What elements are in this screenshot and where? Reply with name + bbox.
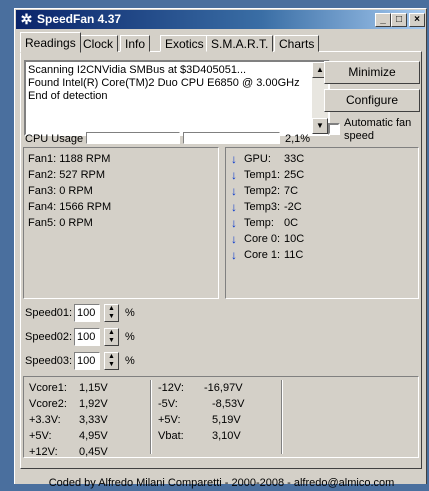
fan-value: 1188 RPM <box>59 153 111 165</box>
fans-panel: Fan1: 1188 RPM Fan2: 527 RPM Fan3: 0 RPM… <box>23 147 219 299</box>
log-line: Found Intel(R) Core(TM)2 Duo CPU E6850 @… <box>28 77 300 89</box>
cpu-usage-label: CPU Usage <box>25 133 84 145</box>
voltage-value: 4,95V <box>79 430 108 442</box>
down-arrow-icon: ↓ <box>231 248 237 262</box>
voltages-panel: Vcore1: 1,15V Vcore2: 1,92V +3.3V: 3,33V… <box>23 376 419 458</box>
temp-label: Temp: <box>244 217 274 229</box>
detection-log[interactable]: Scanning I2CNVidia SMBus at $3D405051...… <box>24 60 330 136</box>
fan-label: Fan3: <box>28 185 57 197</box>
temp-label: GPU: <box>244 153 271 165</box>
close-window-button[interactable]: × <box>409 13 425 27</box>
fan-label: Fan5: <box>28 217 57 229</box>
fan-value: 0 RPM <box>59 185 93 197</box>
fan-label: Fan1: <box>28 153 57 165</box>
log-line: Scanning I2CNVidia SMBus at $3D405051... <box>28 64 247 76</box>
cpu-usage-bar-2 <box>183 132 280 144</box>
voltage-label: Vcore1: <box>29 382 67 394</box>
scroll-down-icon[interactable]: ▼ <box>312 118 328 134</box>
speed03-label: Speed03: <box>25 355 73 367</box>
log-line: End of detection <box>28 90 108 102</box>
tab-smart[interactable]: S.M.A.R.T. <box>206 35 274 52</box>
tab-clock[interactable]: Clock <box>78 35 119 52</box>
voltage-value: 5,19V <box>212 414 241 426</box>
maximize-window-button[interactable]: □ <box>391 13 407 27</box>
fan-label: Fan4: <box>28 201 57 213</box>
temp-value: 11C <box>284 249 304 261</box>
voltage-label: +5V: <box>158 414 181 426</box>
voltage-label: +12V: <box>29 446 58 458</box>
fan5-reading: Fan5: 0 RPM <box>28 217 93 229</box>
down-arrow-icon: ↓ <box>231 200 237 214</box>
automatic-fan-speed-checkbox[interactable] <box>328 123 340 135</box>
down-arrow-icon: ↓ <box>231 216 237 230</box>
voltage-value: 3,33V <box>79 414 108 426</box>
down-arrow-icon: ↓ <box>231 152 237 166</box>
fan4-reading: Fan4: 1566 RPM <box>28 201 111 213</box>
speed02-input[interactable]: 100 <box>74 328 100 346</box>
speed01-input[interactable]: 100 <box>74 304 100 322</box>
cpu-usage-bar-1 <box>86 132 180 144</box>
voltage-label: -12V: <box>158 382 184 394</box>
speed01-label: Speed01: <box>25 307 73 319</box>
tab-charts[interactable]: Charts <box>274 35 320 52</box>
speed01-spinner-icon[interactable]: ▲ ▼ <box>104 304 119 322</box>
temp-value: 33C <box>284 153 305 165</box>
voltage-label: Vbat: <box>158 430 184 442</box>
voltage-value: 3,10V <box>212 430 241 442</box>
down-arrow-icon: ↓ <box>231 168 237 182</box>
tab-info[interactable]: Info <box>120 35 151 52</box>
voltage-divider <box>281 380 283 454</box>
fan2-reading: Fan2: 527 RPM <box>28 169 105 181</box>
automatic-fan-speed-label: Automatic fan <box>344 117 412 129</box>
temp-label: Temp2: <box>244 185 281 197</box>
automatic-fan-speed-label-2: speed <box>344 130 374 142</box>
minimize-button[interactable]: Minimize <box>324 61 420 84</box>
tab-readings[interactable]: Readings <box>20 32 81 53</box>
fan-value: 0 RPM <box>59 217 93 229</box>
title-bar[interactable]: ✲ SpeedFan 4.37 _ □ × <box>16 10 425 29</box>
temp-label: Core 1: <box>244 249 281 261</box>
fan1-reading: Fan1: 1188 RPM <box>28 153 110 165</box>
temp-value: 10C <box>284 233 305 245</box>
fan-icon: ✲ <box>20 11 33 27</box>
fan-label: Fan2: <box>28 169 57 181</box>
voltage-value: 1,15V <box>79 382 108 394</box>
fan-value: 527 RPM <box>59 169 106 181</box>
fan3-reading: Fan3: 0 RPM <box>28 185 93 197</box>
down-arrow-icon: ↓ <box>231 184 237 198</box>
temp-label: Temp3: <box>244 201 281 213</box>
speed01-unit: % <box>125 307 135 319</box>
voltage-label: Vcore2: <box>29 398 67 410</box>
window-title: SpeedFan 4.37 <box>37 12 122 26</box>
voltage-label: +5V: <box>29 430 52 442</box>
speed02-spinner-icon[interactable]: ▲ ▼ <box>104 328 119 346</box>
temp-label: Core 0: <box>244 233 281 245</box>
voltage-value: -8,53V <box>212 398 245 410</box>
speedfan-window: ✲ SpeedFan 4.37 _ □ × Readings Clock Inf… <box>14 8 427 489</box>
speed03-spinner-icon[interactable]: ▲ ▼ <box>104 352 119 370</box>
voltage-divider <box>150 380 152 454</box>
configure-button[interactable]: Configure <box>324 89 420 112</box>
tab-exotics[interactable]: Exotics <box>160 35 209 52</box>
voltage-value: 0,45V <box>79 446 108 458</box>
temp-value: -2C <box>284 201 302 213</box>
voltage-value: -16,97V <box>204 382 243 394</box>
speed02-unit: % <box>125 331 135 343</box>
minimize-window-button[interactable]: _ <box>375 13 391 27</box>
speed02-label: Speed02: <box>25 331 73 343</box>
voltage-value: 1,92V <box>79 398 108 410</box>
down-arrow-icon: ↓ <box>231 232 237 246</box>
temperatures-panel: ↓ GPU: 33C ↓ Temp1: 25C ↓ Temp2: 7C ↓ Te… <box>225 147 419 299</box>
voltage-label: +3.3V: <box>29 414 61 426</box>
speed03-input[interactable]: 100 <box>74 352 100 370</box>
temp-label: Temp1: <box>244 169 281 181</box>
temp-value: 7C <box>284 185 299 197</box>
speed03-unit: % <box>125 355 135 367</box>
temp-value: 25C <box>284 169 305 181</box>
voltage-label: -5V: <box>158 398 178 410</box>
temp-value: 0C <box>284 217 299 229</box>
cpu-usage-percent: 2,1% <box>285 133 311 145</box>
fan-value: 1566 RPM <box>59 201 112 213</box>
